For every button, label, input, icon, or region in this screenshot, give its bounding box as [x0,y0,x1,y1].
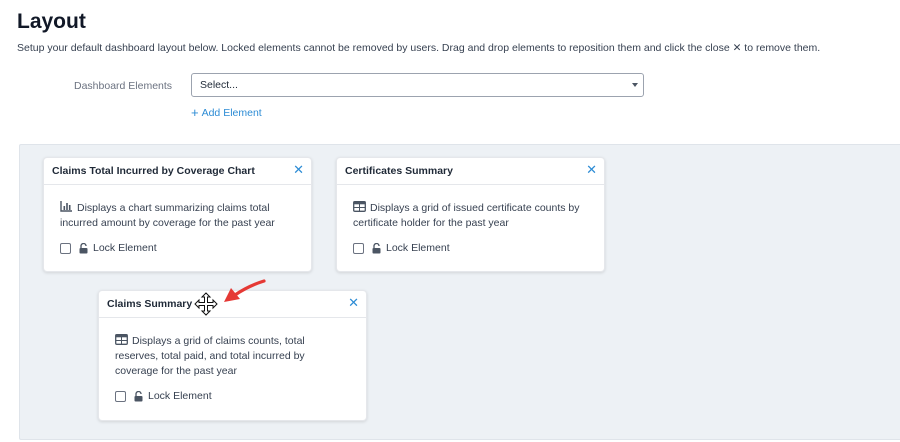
table-icon [353,201,366,212]
element-card-claims-summary[interactable]: Claims Summary ✕ Displays a grid of clai… [98,290,367,421]
card-header[interactable]: Certificates Summary ✕ [337,158,604,185]
table-icon [115,334,128,345]
lock-element-row: Lock Element [353,242,588,254]
add-element-link[interactable]: + Add Element [191,105,262,120]
card-description-row: Displays a grid of claims counts, total … [115,334,350,379]
chevron-down-icon [632,83,638,87]
lock-element-checkbox[interactable] [353,242,364,254]
lock-element-row: Lock Element [115,390,350,402]
card-body: Displays a grid of claims counts, total … [99,318,366,402]
card-title: Claims Summary [107,298,193,310]
page-title: Layout [17,10,86,33]
lock-element-checkbox[interactable] [60,242,71,254]
unlock-icon [372,242,381,253]
move-cursor-icon [194,292,218,316]
lock-element-label: Lock Element [386,242,450,254]
lock-element-label: Lock Element [148,390,212,402]
bar-chart-icon [60,201,72,212]
close-icon[interactable]: ✕ [586,162,597,178]
card-description: Displays a chart summarizing claims tota… [60,202,275,229]
card-description: Displays a grid of claims counts, total … [115,335,305,377]
card-title: Certificates Summary [345,165,453,177]
element-card-claims-total-incurred[interactable]: Claims Total Incurred by Coverage Chart … [43,157,312,272]
element-card-certificates-summary[interactable]: Certificates Summary ✕ Displays a grid o… [336,157,605,272]
card-body: Displays a grid of issued certificate co… [337,185,604,254]
dashboard-elements-label: Dashboard Elements [74,80,173,92]
page-description: Setup your default dashboard layout belo… [17,42,821,54]
card-description: Displays a grid of issued certificate co… [353,202,580,229]
lock-element-checkbox[interactable] [115,390,126,402]
lock-element-label: Lock Element [93,242,157,254]
dashboard-elements-select[interactable]: Select... [191,73,644,97]
unlock-icon [79,242,88,253]
close-icon[interactable]: ✕ [293,162,304,178]
card-description-row: Displays a chart summarizing claims tota… [60,201,295,231]
lock-element-row: Lock Element [60,242,295,254]
add-element-label: Add Element [201,107,262,119]
select-value: Select... [200,79,238,91]
card-title: Claims Total Incurred by Coverage Chart [52,165,255,177]
annotation-arrow-icon [224,279,266,302]
unlock-icon [134,390,143,401]
plus-icon: + [191,105,199,120]
close-icon[interactable]: ✕ [348,295,359,311]
card-description-row: Displays a grid of issued certificate co… [353,201,588,231]
card-header[interactable]: Claims Total Incurred by Coverage Chart … [44,158,311,185]
card-body: Displays a chart summarizing claims tota… [44,185,311,254]
